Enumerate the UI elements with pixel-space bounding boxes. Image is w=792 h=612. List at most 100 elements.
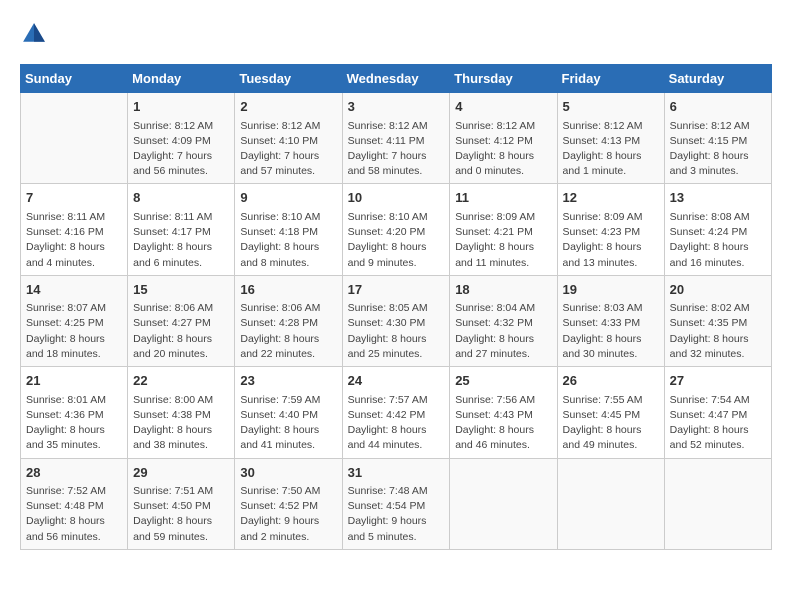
calendar-cell: 2Sunrise: 8:12 AMSunset: 4:10 PMDaylight…	[235, 93, 342, 184]
cell-info: Sunrise: 7:57 AMSunset: 4:42 PMDaylight:…	[348, 393, 445, 454]
day-number: 16	[240, 280, 336, 300]
calendar-cell: 25Sunrise: 7:56 AMSunset: 4:43 PMDayligh…	[450, 367, 557, 458]
day-number: 26	[563, 371, 659, 391]
day-number: 4	[455, 97, 551, 117]
day-number: 19	[563, 280, 659, 300]
week-row-3: 14Sunrise: 8:07 AMSunset: 4:25 PMDayligh…	[21, 275, 772, 366]
calendar-cell: 20Sunrise: 8:02 AMSunset: 4:35 PMDayligh…	[664, 275, 771, 366]
cell-info: Sunrise: 7:59 AMSunset: 4:40 PMDaylight:…	[240, 393, 336, 454]
cell-info: Sunrise: 8:07 AMSunset: 4:25 PMDaylight:…	[26, 301, 122, 362]
calendar-cell: 13Sunrise: 8:08 AMSunset: 4:24 PMDayligh…	[664, 184, 771, 275]
calendar-cell: 22Sunrise: 8:00 AMSunset: 4:38 PMDayligh…	[128, 367, 235, 458]
calendar-cell: 28Sunrise: 7:52 AMSunset: 4:48 PMDayligh…	[21, 458, 128, 549]
calendar-cell	[21, 93, 128, 184]
day-number: 22	[133, 371, 229, 391]
day-header-monday: Monday	[128, 65, 235, 93]
day-number: 8	[133, 188, 229, 208]
day-header-friday: Friday	[557, 65, 664, 93]
cell-info: Sunrise: 8:01 AMSunset: 4:36 PMDaylight:…	[26, 393, 122, 454]
calendar-cell: 15Sunrise: 8:06 AMSunset: 4:27 PMDayligh…	[128, 275, 235, 366]
day-number: 28	[26, 463, 122, 483]
page-header	[20, 20, 772, 48]
calendar-cell: 7Sunrise: 8:11 AMSunset: 4:16 PMDaylight…	[21, 184, 128, 275]
logo	[20, 20, 52, 48]
day-number: 13	[670, 188, 766, 208]
calendar-cell: 8Sunrise: 8:11 AMSunset: 4:17 PMDaylight…	[128, 184, 235, 275]
day-number: 2	[240, 97, 336, 117]
calendar-cell: 12Sunrise: 8:09 AMSunset: 4:23 PMDayligh…	[557, 184, 664, 275]
cell-info: Sunrise: 8:12 AMSunset: 4:12 PMDaylight:…	[455, 119, 551, 180]
calendar-cell: 17Sunrise: 8:05 AMSunset: 4:30 PMDayligh…	[342, 275, 450, 366]
day-number: 10	[348, 188, 445, 208]
calendar-cell: 14Sunrise: 8:07 AMSunset: 4:25 PMDayligh…	[21, 275, 128, 366]
day-header-thursday: Thursday	[450, 65, 557, 93]
logo-icon	[20, 20, 48, 48]
calendar-cell: 29Sunrise: 7:51 AMSunset: 4:50 PMDayligh…	[128, 458, 235, 549]
calendar-cell: 27Sunrise: 7:54 AMSunset: 4:47 PMDayligh…	[664, 367, 771, 458]
calendar-cell: 3Sunrise: 8:12 AMSunset: 4:11 PMDaylight…	[342, 93, 450, 184]
calendar-cell: 11Sunrise: 8:09 AMSunset: 4:21 PMDayligh…	[450, 184, 557, 275]
cell-info: Sunrise: 8:11 AMSunset: 4:17 PMDaylight:…	[133, 210, 229, 271]
cell-info: Sunrise: 7:51 AMSunset: 4:50 PMDaylight:…	[133, 484, 229, 545]
cell-info: Sunrise: 8:06 AMSunset: 4:27 PMDaylight:…	[133, 301, 229, 362]
calendar-cell: 31Sunrise: 7:48 AMSunset: 4:54 PMDayligh…	[342, 458, 450, 549]
day-header-wednesday: Wednesday	[342, 65, 450, 93]
calendar-cell: 10Sunrise: 8:10 AMSunset: 4:20 PMDayligh…	[342, 184, 450, 275]
calendar-cell: 23Sunrise: 7:59 AMSunset: 4:40 PMDayligh…	[235, 367, 342, 458]
cell-info: Sunrise: 7:56 AMSunset: 4:43 PMDaylight:…	[455, 393, 551, 454]
cell-info: Sunrise: 8:10 AMSunset: 4:18 PMDaylight:…	[240, 210, 336, 271]
day-number: 29	[133, 463, 229, 483]
cell-info: Sunrise: 8:11 AMSunset: 4:16 PMDaylight:…	[26, 210, 122, 271]
day-header-sunday: Sunday	[21, 65, 128, 93]
day-number: 1	[133, 97, 229, 117]
cell-info: Sunrise: 8:12 AMSunset: 4:11 PMDaylight:…	[348, 119, 445, 180]
day-number: 12	[563, 188, 659, 208]
calendar-table: SundayMondayTuesdayWednesdayThursdayFrid…	[20, 64, 772, 550]
calendar-cell: 19Sunrise: 8:03 AMSunset: 4:33 PMDayligh…	[557, 275, 664, 366]
cell-info: Sunrise: 8:09 AMSunset: 4:21 PMDaylight:…	[455, 210, 551, 271]
day-number: 3	[348, 97, 445, 117]
day-number: 30	[240, 463, 336, 483]
cell-info: Sunrise: 8:08 AMSunset: 4:24 PMDaylight:…	[670, 210, 766, 271]
cell-info: Sunrise: 8:02 AMSunset: 4:35 PMDaylight:…	[670, 301, 766, 362]
day-number: 24	[348, 371, 445, 391]
day-number: 20	[670, 280, 766, 300]
cell-info: Sunrise: 8:03 AMSunset: 4:33 PMDaylight:…	[563, 301, 659, 362]
calendar-cell: 16Sunrise: 8:06 AMSunset: 4:28 PMDayligh…	[235, 275, 342, 366]
calendar-cell: 4Sunrise: 8:12 AMSunset: 4:12 PMDaylight…	[450, 93, 557, 184]
calendar-cell: 6Sunrise: 8:12 AMSunset: 4:15 PMDaylight…	[664, 93, 771, 184]
day-header-saturday: Saturday	[664, 65, 771, 93]
day-number: 17	[348, 280, 445, 300]
calendar-cell: 1Sunrise: 8:12 AMSunset: 4:09 PMDaylight…	[128, 93, 235, 184]
cell-info: Sunrise: 8:12 AMSunset: 4:15 PMDaylight:…	[670, 119, 766, 180]
cell-info: Sunrise: 8:00 AMSunset: 4:38 PMDaylight:…	[133, 393, 229, 454]
cell-info: Sunrise: 8:10 AMSunset: 4:20 PMDaylight:…	[348, 210, 445, 271]
calendar-cell: 24Sunrise: 7:57 AMSunset: 4:42 PMDayligh…	[342, 367, 450, 458]
cell-info: Sunrise: 8:04 AMSunset: 4:32 PMDaylight:…	[455, 301, 551, 362]
week-row-5: 28Sunrise: 7:52 AMSunset: 4:48 PMDayligh…	[21, 458, 772, 549]
cell-info: Sunrise: 8:12 AMSunset: 4:09 PMDaylight:…	[133, 119, 229, 180]
cell-info: Sunrise: 7:55 AMSunset: 4:45 PMDaylight:…	[563, 393, 659, 454]
day-number: 27	[670, 371, 766, 391]
cell-info: Sunrise: 8:06 AMSunset: 4:28 PMDaylight:…	[240, 301, 336, 362]
day-number: 21	[26, 371, 122, 391]
cell-info: Sunrise: 8:12 AMSunset: 4:13 PMDaylight:…	[563, 119, 659, 180]
day-number: 15	[133, 280, 229, 300]
day-number: 23	[240, 371, 336, 391]
cell-info: Sunrise: 8:05 AMSunset: 4:30 PMDaylight:…	[348, 301, 445, 362]
calendar-cell: 26Sunrise: 7:55 AMSunset: 4:45 PMDayligh…	[557, 367, 664, 458]
cell-info: Sunrise: 7:48 AMSunset: 4:54 PMDaylight:…	[348, 484, 445, 545]
calendar-cell	[664, 458, 771, 549]
calendar-cell: 21Sunrise: 8:01 AMSunset: 4:36 PMDayligh…	[21, 367, 128, 458]
week-row-4: 21Sunrise: 8:01 AMSunset: 4:36 PMDayligh…	[21, 367, 772, 458]
calendar-cell	[557, 458, 664, 549]
calendar-cell	[450, 458, 557, 549]
day-number: 18	[455, 280, 551, 300]
cell-info: Sunrise: 7:52 AMSunset: 4:48 PMDaylight:…	[26, 484, 122, 545]
day-number: 9	[240, 188, 336, 208]
calendar-cell: 9Sunrise: 8:10 AMSunset: 4:18 PMDaylight…	[235, 184, 342, 275]
calendar-cell: 18Sunrise: 8:04 AMSunset: 4:32 PMDayligh…	[450, 275, 557, 366]
cell-info: Sunrise: 8:09 AMSunset: 4:23 PMDaylight:…	[563, 210, 659, 271]
day-number: 31	[348, 463, 445, 483]
cell-info: Sunrise: 7:54 AMSunset: 4:47 PMDaylight:…	[670, 393, 766, 454]
